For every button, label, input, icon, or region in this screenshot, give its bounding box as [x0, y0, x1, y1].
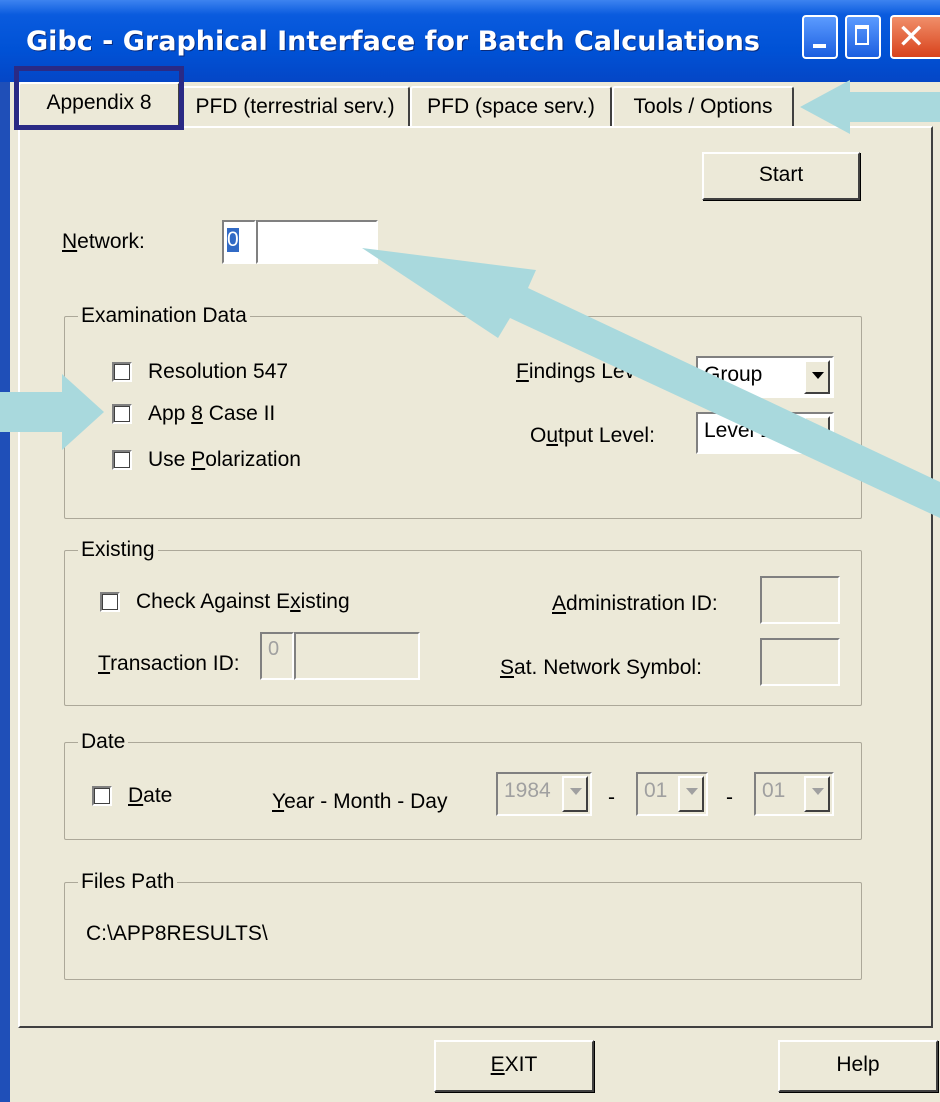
annotation-arrows — [0, 80, 940, 518]
annotation-arrow-network — [362, 248, 940, 518]
annotation-arrow-checkbox — [0, 374, 104, 450]
app-window: Gibc - Graphical Interface for Batch Cal… — [0, 0, 940, 1102]
annotation-arrow-tabs — [800, 80, 940, 134]
